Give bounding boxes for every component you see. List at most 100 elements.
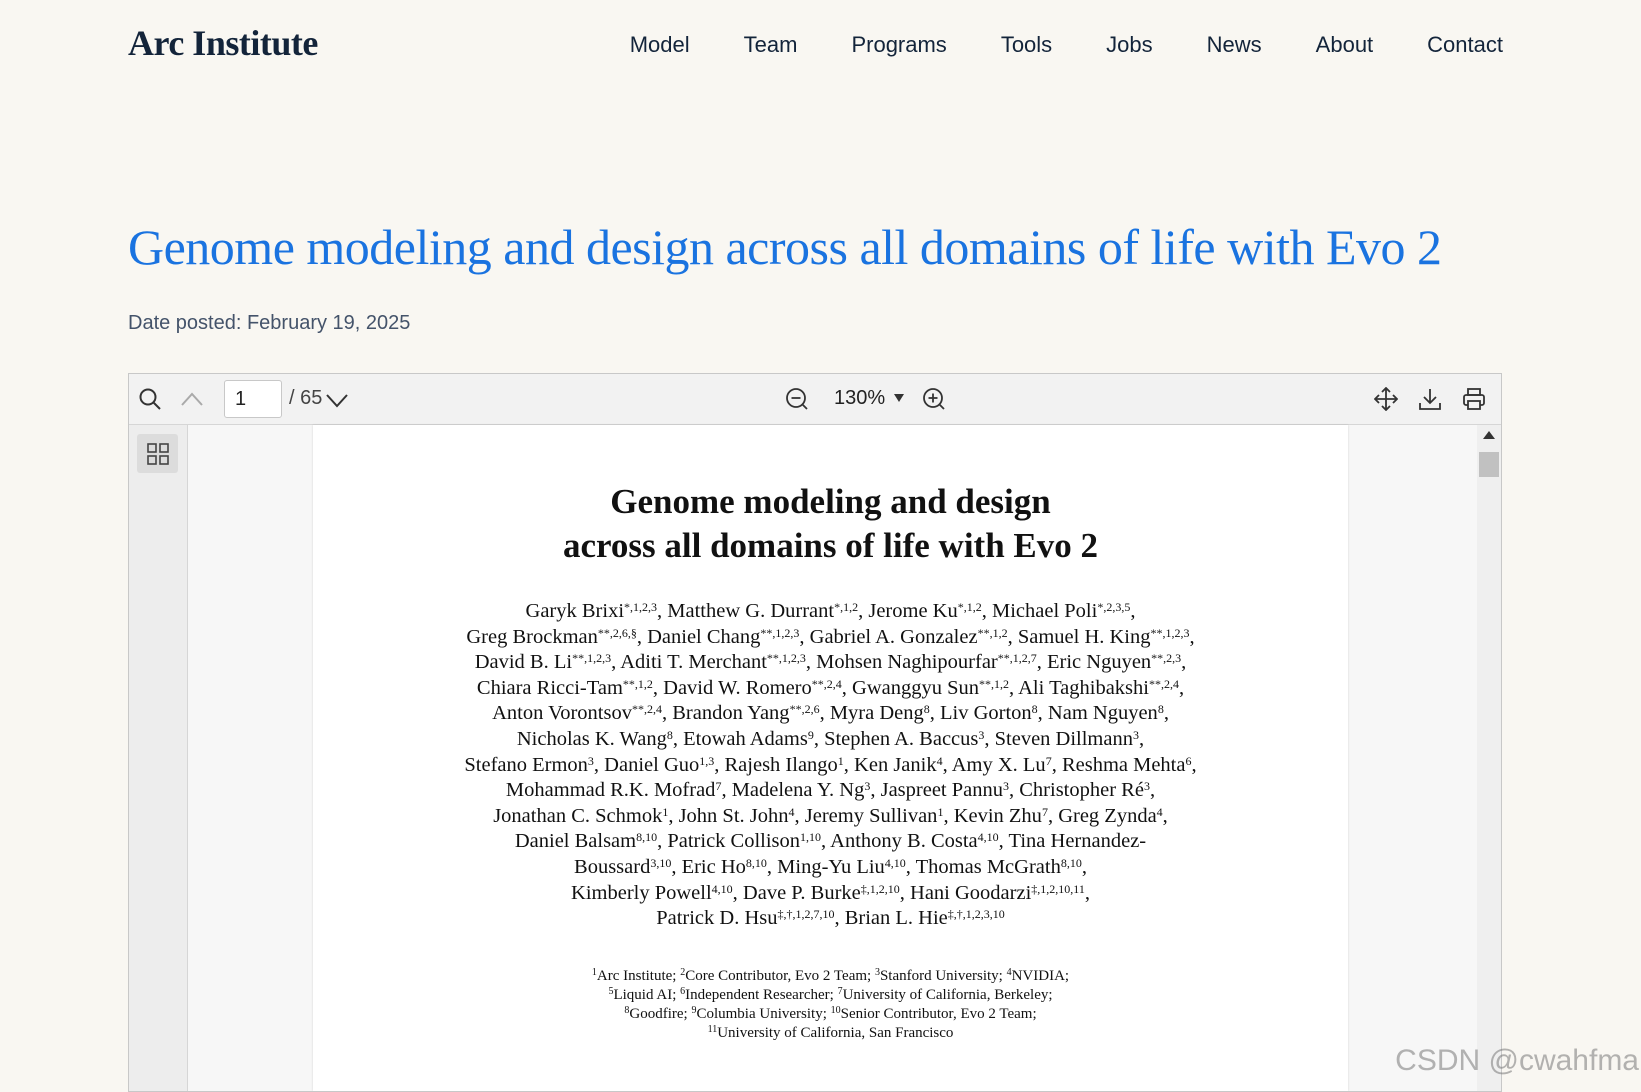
author-name: , Amy X. Lu [942, 753, 1046, 776]
author-affiliation-marker: **,1,2,3 [1150, 625, 1190, 640]
paper-title-line1: Genome modeling and design [610, 482, 1051, 521]
author-name: , [1138, 727, 1145, 750]
affiliation-list: 1Arc Institute; 2Core Contributor, Evo 2… [393, 967, 1268, 1043]
page-total: / 65 [289, 387, 323, 409]
affiliation-name: Core Contributor, Evo 2 Team; [685, 968, 875, 984]
pdf-viewer: / 65 130% Genome modelin [128, 373, 1502, 1092]
affiliation-line: 8Goodfire; 9Columbia University; 10Senio… [393, 1005, 1268, 1024]
nav-programs[interactable]: Programs [851, 32, 946, 58]
nav-model[interactable]: Model [630, 32, 690, 58]
nav-news[interactable]: News [1207, 32, 1262, 58]
author-line: Nicholas K. Wang8, Etowah Adams9, Stephe… [353, 727, 1308, 753]
scroll-up-icon[interactable] [1483, 431, 1495, 439]
author-line: Mohammad R.K. Mofrad7, Madelena Y. Ng3, … [353, 778, 1308, 804]
zoom-level[interactable]: 130% [834, 387, 885, 410]
author-line: Chiara Ricci-Tam**,1,2, David W. Romero*… [353, 676, 1308, 702]
affiliation-name: NVIDIA; [1011, 968, 1070, 984]
author-name: , Christopher Ré [1009, 779, 1144, 802]
author-affiliation-marker: ‡,1,2,10 [860, 881, 900, 896]
author-affiliation-marker: 3,10 [650, 855, 672, 870]
nav-contact[interactable]: Contact [1427, 32, 1503, 58]
author-name: , Jeremy Sullivan [794, 804, 938, 827]
watermark: CSDN @cwahfma [1395, 1044, 1639, 1077]
author-affiliation-marker: **,1,2,3 [760, 625, 800, 640]
affiliation-name: University of California, San Francisco [717, 1025, 954, 1041]
author-affiliation-marker: **,1,2,7 [997, 651, 1037, 666]
author-name: , [1189, 625, 1195, 648]
author-affiliation-marker: *,1,2,3 [624, 600, 658, 614]
nav-tools[interactable]: Tools [1001, 32, 1052, 58]
author-name: , Thomas McGrath [905, 855, 1061, 878]
author-affiliation-marker: 1,10 [800, 830, 822, 845]
zoom-dropdown-icon[interactable] [892, 390, 906, 406]
author-name: Greg Brockman [466, 625, 598, 648]
author-name: , Madelena Y. Ng [721, 779, 865, 802]
chevron-down-icon[interactable] [324, 388, 350, 412]
author-affiliation-marker: **,1,2,3 [766, 651, 806, 666]
author-name: , Anthony B. Costa [821, 830, 978, 853]
author-affiliation-marker: *,2,3,5 [1097, 600, 1131, 614]
move-icon[interactable] [1373, 386, 1399, 412]
author-name: , [1181, 651, 1187, 674]
author-name: , Rajesh Ilango [714, 753, 838, 776]
author-line: Kimberly Powell4,10, Dave P. Burke‡,1,2,… [353, 881, 1308, 907]
nav-about[interactable]: About [1316, 32, 1374, 58]
nav-jobs[interactable]: Jobs [1106, 32, 1152, 58]
scroll-thumb[interactable] [1479, 452, 1499, 477]
author-affiliation-marker: *,1,2 [957, 600, 982, 614]
affiliation-name: Stanford University; [879, 968, 1007, 984]
zoom-out-icon[interactable] [784, 386, 810, 412]
author-affiliation-marker: **,1,2,3 [572, 651, 612, 666]
author-name: , [1191, 753, 1197, 776]
zoom-in-icon[interactable] [921, 386, 947, 412]
affiliation-name: Goodfire; [629, 1006, 692, 1022]
author-name: Chiara Ricci-Tam [476, 676, 623, 699]
author-name: , [1130, 600, 1136, 622]
author-affiliation-marker: ‡,†,1,2,7,10 [777, 907, 835, 922]
author-name: , Eric Nguyen [1036, 651, 1152, 674]
author-name: , [1162, 804, 1168, 827]
search-icon[interactable] [137, 386, 163, 412]
affiliation-name: Independent Researcher; [685, 987, 838, 1003]
affiliation-number: 11 [707, 1024, 718, 1035]
author-name: , Gabriel A. Gonzalez [799, 625, 978, 648]
page-title: Genome modeling and design across all do… [128, 219, 1442, 275]
author-affiliation-marker: 1,3 [699, 753, 715, 768]
author-name: , Mohsen Naghipourfar [805, 651, 998, 674]
author-name: Garyk Brixi [525, 600, 625, 622]
author-name: , Ming-Yu Liu [766, 855, 885, 878]
author-name: Daniel Balsam [514, 830, 637, 853]
nav-team[interactable]: Team [744, 32, 798, 58]
author-name: , Daniel Chang [636, 625, 761, 648]
author-name: , [1084, 881, 1090, 904]
paper-title-line2: across all domains of life with Evo 2 [562, 526, 1099, 565]
author-name: , Aditi T. Merchant [611, 651, 767, 674]
author-name: , Stephen A. Baccus [813, 727, 979, 750]
author-affiliation-marker: ‡,†,1,2,3,10 [947, 907, 1005, 922]
pdf-document-area[interactable]: Genome modeling and design across all do… [188, 425, 1477, 1091]
site-logo[interactable]: Arc Institute [128, 22, 318, 64]
vertical-scrollbar[interactable] [1477, 425, 1501, 1091]
author-name: , Brandon Yang [661, 702, 790, 725]
author-name: , Michael Poli [981, 600, 1098, 622]
page-number-input[interactable] [224, 380, 282, 418]
author-list: Garyk Brixi*,1,2,3, Matthew G. Durrant*,… [353, 599, 1308, 932]
author-line: Daniel Balsam8,10, Patrick Collison1,10,… [353, 829, 1308, 855]
author-name: , Nam Nguyen [1037, 702, 1158, 725]
author-affiliation-marker: **,2,4 [811, 676, 842, 691]
chevron-up-icon[interactable] [179, 387, 205, 411]
affiliation-number: 10 [830, 1005, 841, 1016]
author-affiliation-marker: **,1,2 [979, 676, 1009, 691]
affiliation-name: Columbia University; [696, 1006, 831, 1022]
print-icon[interactable] [1461, 386, 1487, 412]
download-icon[interactable] [1417, 386, 1443, 412]
author-name: Patrick D. Hsu [656, 907, 778, 930]
main-nav: Model Team Programs Tools Jobs News Abou… [576, 32, 1503, 58]
thumbnails-icon[interactable] [137, 434, 178, 473]
author-name: , Steven Dillmann [984, 727, 1133, 750]
author-name: , John St. John [668, 804, 789, 827]
author-affiliation-marker: 4,10 [884, 855, 906, 870]
author-name: , Gwanggyu Sun [841, 676, 979, 699]
paper-title: Genome modeling and design across all do… [313, 480, 1348, 568]
author-name: , [1149, 779, 1156, 802]
